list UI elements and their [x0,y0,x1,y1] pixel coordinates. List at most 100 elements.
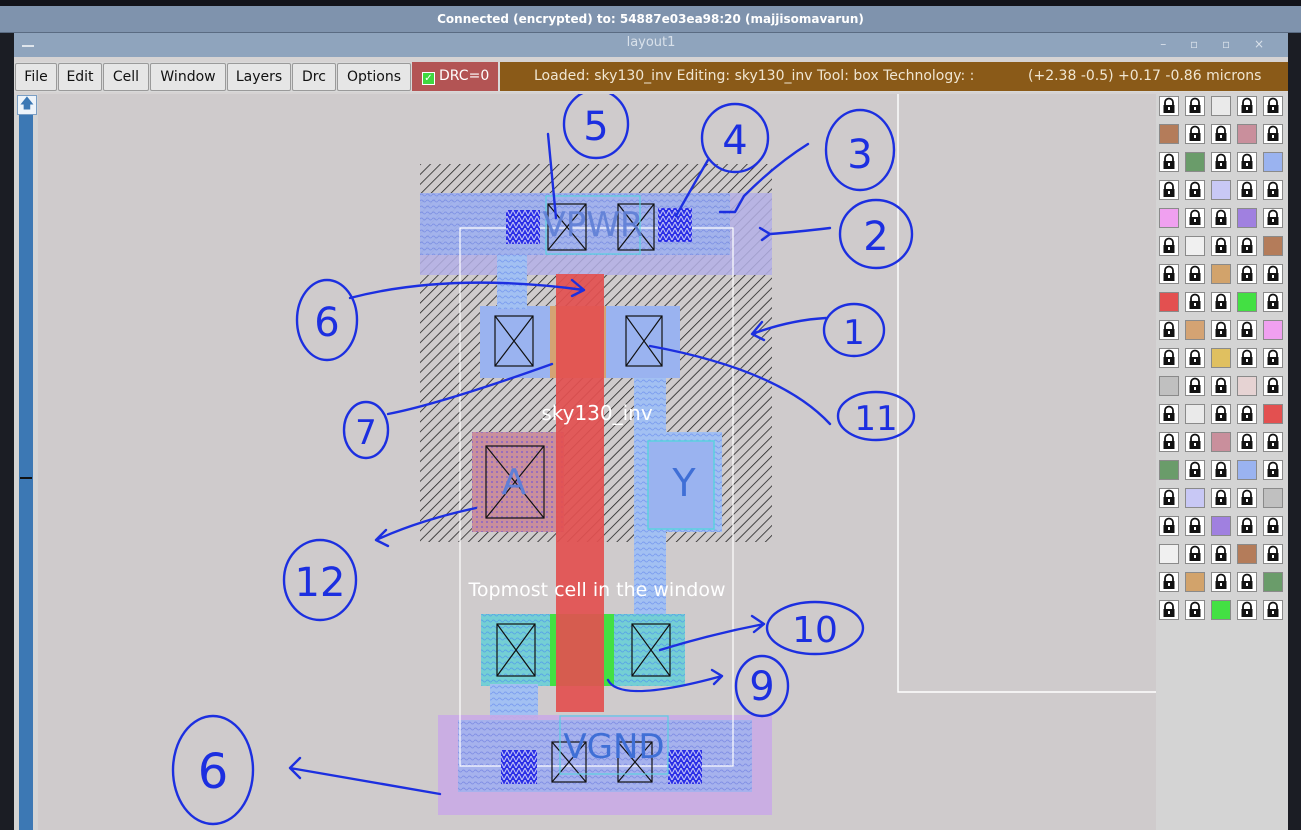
layer-swatch[interactable] [1237,124,1257,144]
layer-lock-icon[interactable] [1185,600,1205,620]
menu-options-button[interactable]: Options [337,63,411,91]
layer-swatch[interactable] [1185,404,1205,424]
layer-lock-icon[interactable] [1263,264,1283,284]
layer-lock-icon[interactable] [1263,600,1283,620]
layer-swatch[interactable] [1263,152,1283,172]
layer-lock-icon[interactable] [1263,376,1283,396]
layer-lock-icon[interactable] [1237,488,1257,508]
window-titlebar[interactable]: layout1 – ▫ ▫ × [14,33,1288,57]
layer-lock-icon[interactable] [1159,516,1179,536]
layer-lock-icon[interactable] [1159,236,1179,256]
layer-lock-icon[interactable] [1237,404,1257,424]
layer-lock-icon[interactable] [1211,208,1231,228]
layer-swatch[interactable] [1237,292,1257,312]
layer-lock-icon[interactable] [1185,208,1205,228]
layer-swatch[interactable] [1263,404,1283,424]
layer-lock-icon[interactable] [1159,488,1179,508]
layer-lock-icon[interactable] [1159,180,1179,200]
drc-check-icon[interactable]: ✓ [422,72,435,85]
layer-lock-icon[interactable] [1263,292,1283,312]
menu-edit-button[interactable]: Edit [58,63,102,91]
layer-lock-icon[interactable] [1263,180,1283,200]
layer-swatch[interactable] [1263,488,1283,508]
layer-lock-icon[interactable] [1211,376,1231,396]
layer-lock-icon[interactable] [1211,460,1231,480]
layer-lock-icon[interactable] [1185,544,1205,564]
layer-lock-icon[interactable] [1185,264,1205,284]
layer-lock-icon[interactable] [1211,544,1231,564]
layer-swatch[interactable] [1185,572,1205,592]
menu-file-button[interactable]: File [15,63,57,91]
layer-lock-icon[interactable] [1237,516,1257,536]
layer-lock-icon[interactable] [1263,432,1283,452]
layer-swatch[interactable] [1159,292,1179,312]
layer-swatch[interactable] [1185,236,1205,256]
layer-lock-icon[interactable] [1185,376,1205,396]
layer-lock-icon[interactable] [1237,432,1257,452]
layer-lock-icon[interactable] [1159,404,1179,424]
layer-swatch[interactable] [1211,600,1231,620]
scrollbar-track[interactable] [19,115,33,830]
layer-lock-icon[interactable] [1263,208,1283,228]
layer-lock-icon[interactable] [1237,264,1257,284]
layer-swatch[interactable] [1237,544,1257,564]
layer-palette[interactable] [1156,94,1288,830]
layer-lock-icon[interactable] [1185,516,1205,536]
layer-swatch[interactable] [1237,208,1257,228]
layer-lock-icon[interactable] [1237,180,1257,200]
layer-lock-icon[interactable] [1211,152,1231,172]
layer-swatch[interactable] [1211,516,1231,536]
layer-swatch[interactable] [1211,348,1231,368]
scroll-position-marker[interactable] [20,477,32,479]
layer-swatch[interactable] [1237,376,1257,396]
layer-lock-icon[interactable] [1237,152,1257,172]
layer-swatch[interactable] [1159,460,1179,480]
layer-lock-icon[interactable] [1159,152,1179,172]
menu-drc-button[interactable]: Drc [292,63,336,91]
menu-window-button[interactable]: Window [150,63,226,91]
layer-lock-icon[interactable] [1185,96,1205,116]
mcon-right-bottom[interactable] [668,750,702,784]
layer-swatch[interactable] [1211,432,1231,452]
layer-lock-icon[interactable] [1211,236,1231,256]
layer-lock-icon[interactable] [1237,320,1257,340]
layer-swatch[interactable] [1263,572,1283,592]
layer-lock-icon[interactable] [1237,96,1257,116]
layer-lock-icon[interactable] [1237,236,1257,256]
menu-layers-button[interactable]: Layers [227,63,291,91]
poly-gate[interactable] [556,274,604,712]
layer-swatch[interactable] [1263,320,1283,340]
layer-lock-icon[interactable] [1159,348,1179,368]
layer-lock-icon[interactable] [1211,572,1231,592]
layer-lock-icon[interactable] [1159,96,1179,116]
layer-lock-icon[interactable] [1263,516,1283,536]
nmos-source-strap[interactable] [490,684,538,720]
layer-lock-icon[interactable] [1211,292,1231,312]
layer-swatch[interactable] [1211,180,1231,200]
mcon-right-top[interactable] [658,208,692,242]
layer-swatch[interactable] [1263,236,1283,256]
layer-lock-icon[interactable] [1263,460,1283,480]
layer-lock-icon[interactable] [1185,292,1205,312]
layer-lock-icon[interactable] [1185,180,1205,200]
layer-swatch[interactable] [1211,264,1231,284]
layer-lock-icon[interactable] [1237,600,1257,620]
layer-lock-icon[interactable] [1159,432,1179,452]
mcon-left-bottom[interactable] [501,750,537,784]
layer-swatch[interactable] [1159,124,1179,144]
menu-cell-button[interactable]: Cell [103,63,149,91]
layer-swatch[interactable] [1159,544,1179,564]
mcon-left-top[interactable] [506,210,540,244]
layer-lock-icon[interactable] [1211,488,1231,508]
drc-indicator[interactable]: ✓ DRC=0 [412,62,498,91]
layer-lock-icon[interactable] [1263,124,1283,144]
layer-lock-icon[interactable] [1185,460,1205,480]
layer-lock-icon[interactable] [1185,432,1205,452]
scroll-up-arrow-icon[interactable]: 🡅 [17,95,37,115]
layer-swatch[interactable] [1159,376,1179,396]
layout-canvas[interactable]: VPWR VGND A Y sky130_inv Topmost cell in… [38,94,1156,830]
vertical-scrollbar[interactable]: 🡅 [14,95,38,830]
layer-swatch[interactable] [1185,152,1205,172]
layer-lock-icon[interactable] [1185,124,1205,144]
layer-lock-icon[interactable] [1159,264,1179,284]
